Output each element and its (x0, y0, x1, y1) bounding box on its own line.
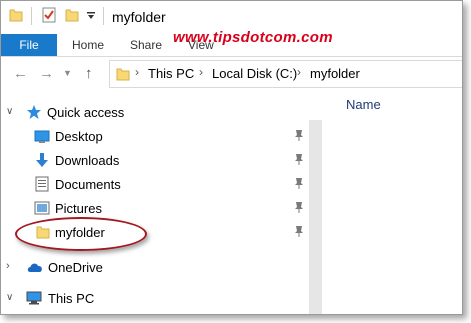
chevron-right-icon[interactable]: › (135, 65, 139, 79)
nav-item-this-pc[interactable]: ∨ This PC (1, 288, 307, 310)
pin-icon[interactable] (293, 200, 305, 214)
nav-item-label: Documents (55, 177, 121, 192)
nav-item-downloads[interactable]: Downloads (1, 150, 307, 172)
divider (31, 7, 32, 25)
nav-item-label: Desktop (55, 129, 103, 144)
chevron-right-icon[interactable]: › (297, 65, 301, 79)
cloud-icon (27, 263, 42, 272)
pin-icon[interactable] (293, 152, 305, 166)
nav-item-quick-access[interactable]: ∨ Quick access (1, 102, 307, 124)
watermark-text: www.tipsdotcom.com (173, 29, 333, 46)
nav-item-onedrive[interactable]: › OneDrive (1, 257, 307, 279)
recent-locations-icon[interactable]: ▼ (63, 68, 72, 78)
desktop-icon (34, 130, 50, 143)
window-title: myfolder (112, 9, 166, 25)
divider (103, 7, 104, 25)
forward-button[interactable]: → (39, 65, 54, 82)
nav-item-pictures[interactable]: Pictures (1, 198, 307, 220)
nav-item-label: Quick access (47, 105, 125, 120)
nav-scrollbar[interactable] (309, 120, 322, 314)
chevron-right-icon[interactable]: › (6, 260, 10, 272)
breadcrumb-myfolder[interactable]: myfolder (310, 66, 360, 81)
downloads-icon (36, 153, 48, 167)
pictures-icon (34, 201, 50, 215)
nav-item-label: Pictures (55, 201, 102, 216)
pin-icon[interactable] (293, 128, 305, 142)
chevron-down-icon[interactable]: ∨ (6, 292, 13, 303)
pin-icon[interactable] (293, 224, 305, 238)
nav-item-label: This PC (48, 291, 95, 306)
properties-icon[interactable] (41, 7, 57, 23)
folder-icon (116, 68, 130, 81)
folder-icon[interactable] (9, 7, 23, 23)
column-header-name[interactable]: Name (346, 97, 381, 112)
new-folder-icon[interactable] (65, 7, 79, 23)
nav-item-label: OneDrive (48, 260, 103, 275)
breadcrumb-local-disk[interactable]: Local Disk (C:) (212, 66, 297, 81)
nav-item-label: Downloads (55, 153, 120, 168)
pin-icon[interactable] (293, 176, 305, 190)
nav-item-desktop[interactable]: Desktop (1, 126, 307, 148)
back-button[interactable]: ← (13, 65, 28, 82)
tab-share[interactable]: Share (130, 34, 162, 56)
explorer-window: myfolder File Home Share View www.tipsdo… (0, 0, 463, 315)
computer-icon (26, 291, 42, 305)
star-icon (27, 105, 41, 119)
highlight-ellipse (15, 217, 147, 251)
breadcrumb-this-pc[interactable]: This PC (148, 66, 194, 81)
documents-icon (35, 176, 49, 192)
chevron-down-icon[interactable]: ∨ (6, 106, 13, 117)
nav-item-documents[interactable]: Documents (1, 174, 307, 196)
up-button[interactable]: ↑ (85, 65, 93, 82)
tab-file[interactable]: File (1, 34, 57, 56)
chevron-right-icon[interactable]: › (199, 65, 203, 79)
tab-home[interactable]: Home (72, 34, 104, 56)
address-bar[interactable]: › This PC › Local Disk (C:) › myfolder (109, 60, 462, 88)
customize-toolbar-icon[interactable] (86, 11, 96, 21)
ribbon-tabs: File Home Share View www.tipsdotcom.com (1, 29, 462, 57)
